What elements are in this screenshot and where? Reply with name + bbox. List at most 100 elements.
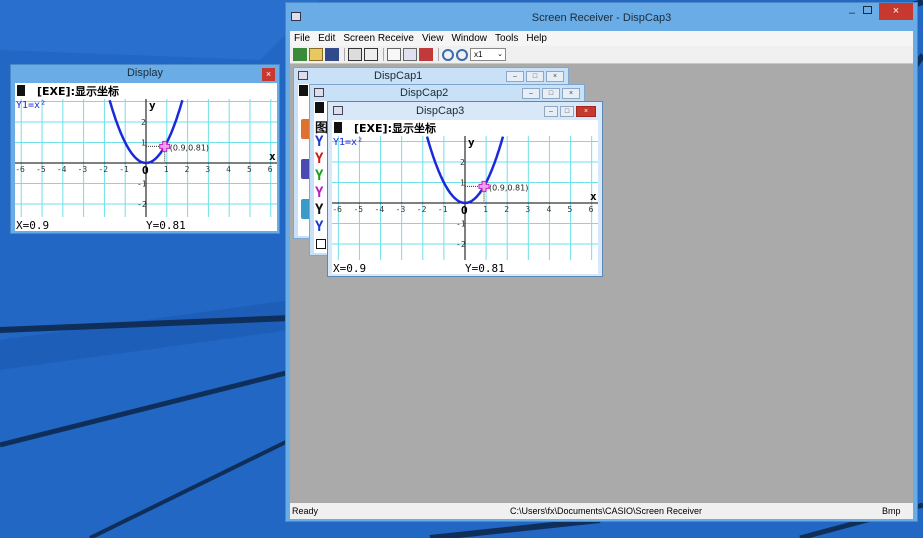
header-text: [EXE]:显示坐标	[354, 121, 436, 135]
minimize-button[interactable]: –	[849, 7, 855, 19]
display-window: Display × -6 -5 -4 -3 -2 -1 1 2 3 4 5 6 2 1 -1 -2 x y O (0.…	[10, 64, 280, 234]
x-tick-label: -6	[15, 165, 25, 174]
menu-window[interactable]: Window	[447, 33, 491, 44]
restore-button[interactable]: □	[560, 106, 574, 117]
y-tick-label: -1	[456, 220, 466, 229]
battery-icon	[334, 122, 342, 133]
checkbox-icon	[316, 239, 326, 249]
x-tick-label: 6	[589, 205, 594, 214]
status-bar: Ready C:\Users\fx\Documents\CASIO\Screen…	[290, 503, 913, 519]
x-axis-label: x	[590, 190, 597, 203]
dispcap2-title: DispCap2	[400, 87, 449, 99]
save-icon[interactable]	[325, 48, 339, 61]
chevron-down-icon: ⌄	[497, 51, 503, 58]
toolbar-divider	[383, 48, 384, 61]
y-tick-label: 2	[141, 118, 146, 127]
x-tick-label: 2	[185, 165, 190, 174]
dispcap3-title: DispCap3	[416, 105, 465, 117]
x-tick-label: 1	[164, 165, 169, 174]
origin-label: O	[461, 204, 468, 217]
status-format: Bmp	[882, 506, 901, 516]
minimize-button[interactable]: –	[506, 71, 524, 82]
x-tick-label: -5	[353, 205, 363, 214]
x-tick-label: -5	[36, 165, 46, 174]
toolbar-divider	[438, 48, 439, 61]
y-tick-label: -1	[137, 180, 147, 189]
menu-screen-receive[interactable]: Screen Receive	[339, 33, 418, 44]
header-text: [EXE]:显示坐标	[37, 84, 119, 98]
y-readout: Y=0.81	[146, 219, 186, 231]
restore-button[interactable]: □	[542, 88, 560, 99]
func-letter: Y	[315, 168, 324, 184]
dispcap1-titlebar[interactable]: DispCap1 – □ ×	[294, 68, 568, 84]
battery-icon	[299, 85, 308, 96]
x-readout: X=0.9	[333, 262, 366, 274]
battery-icon	[315, 102, 324, 113]
menu-tools[interactable]: Tools	[491, 33, 522, 44]
main-titlebar[interactable]: Screen Receiver - DispCap3 – ×	[286, 3, 917, 31]
point-label: (0.9,0.81)	[489, 183, 528, 192]
origin-label: O	[142, 164, 149, 177]
display-title: Display	[126, 67, 164, 79]
main-close-button[interactable]: ×	[879, 3, 913, 20]
x-tick-label: -6	[332, 205, 342, 214]
x-tick-label: 5	[247, 165, 252, 174]
y-tick-label: 1	[460, 179, 465, 188]
display-titlebar[interactable]: Display ×	[11, 65, 279, 83]
display-graph: -6 -5 -4 -3 -2 -1 1 2 3 4 5 6 2 1 -1 -2 x y O (0.9,0.81) [EX…	[15, 83, 277, 232]
dispcap2-titlebar[interactable]: DispCap2 – □ ×	[310, 85, 584, 101]
battery-icon	[17, 85, 25, 96]
function-label: Y1=x²	[333, 137, 363, 148]
window-icon	[333, 106, 343, 115]
copy-icon[interactable]	[387, 48, 401, 61]
menu-bar: File Edit Screen Receive View Window Too…	[290, 31, 913, 46]
x-tick-label: 2	[504, 205, 509, 214]
x-tick-label: 1	[483, 205, 488, 214]
dispcap3-titlebar[interactable]: DispCap3 – □ ×	[328, 102, 602, 120]
x-tick-label: -1	[438, 205, 448, 214]
x-tick-label: -4	[375, 205, 385, 214]
y-axis-label: y	[149, 99, 156, 112]
maximize-button[interactable]	[863, 6, 872, 14]
dispcap3-calc-screen: -6 -5 -4 -3 -2 -1 1 2 3 4 5 6 2 1 -1 -2 x y O (0.9,0.81) [EX…	[332, 120, 598, 275]
x-tick-label: -1	[119, 165, 129, 174]
menu-help[interactable]: Help	[522, 33, 551, 44]
y-axis-label: y	[468, 136, 475, 149]
y-tick-label: -2	[456, 240, 466, 249]
menu-edit[interactable]: Edit	[314, 33, 339, 44]
x-tick-label: -2	[98, 165, 108, 174]
dispcap3-window: DispCap3 – □ × -6 -5 -4 -3 -2 -1 1 2 3 4 5 6 2 1 -1 -2 x…	[327, 101, 603, 277]
print-icon[interactable]	[348, 48, 362, 61]
dispcap3-controls: – □ ×	[542, 106, 596, 117]
minimize-button[interactable]: –	[522, 88, 540, 99]
mdi-client-area: DispCap1 – □ × DispCap2 – □ × 图 Y Y Y Y …	[290, 64, 913, 503]
receive-icon[interactable]	[293, 48, 307, 61]
menu-view[interactable]: View	[418, 33, 448, 44]
print-preview-icon[interactable]	[364, 48, 378, 61]
func-letter: Y	[315, 151, 324, 167]
zoom-out-icon[interactable]	[442, 48, 454, 61]
close-button[interactable]: ×	[562, 88, 580, 99]
close-button[interactable]: ×	[576, 106, 596, 117]
list-icon[interactable]	[403, 48, 417, 61]
toolbar-divider	[344, 48, 345, 61]
menu-file[interactable]: File	[290, 33, 314, 44]
x-tick-label: 3	[525, 205, 530, 214]
restore-button[interactable]: □	[526, 71, 544, 82]
close-button[interactable]: ×	[546, 71, 564, 82]
zoom-select[interactable]: x1 ⌄	[470, 48, 506, 61]
y-tick-label: -2	[137, 200, 147, 209]
open-icon[interactable]	[309, 48, 323, 61]
display-close-button[interactable]: ×	[262, 68, 275, 81]
desktop: Display × -6 -5 -4 -3 -2 -1 1 2 3 4 5 6 2 1 -1 -2 x y O (0.…	[0, 0, 923, 538]
x-tick-label: -4	[57, 165, 67, 174]
delete-icon[interactable]	[419, 48, 433, 61]
x-tick-label: 3	[205, 165, 210, 174]
screen-receiver-window: Screen Receiver - DispCap3 – × File Edit…	[285, 2, 918, 522]
x-tick-label: 6	[268, 165, 273, 174]
display-calc-screen: -6 -5 -4 -3 -2 -1 1 2 3 4 5 6 2 1 -1 -2 x y O (0.9,0.81) [EX…	[15, 83, 277, 232]
status-text: Ready	[292, 506, 319, 516]
zoom-in-icon[interactable]	[456, 48, 468, 61]
x-axis-label: x	[269, 150, 276, 163]
minimize-button[interactable]: –	[544, 106, 558, 117]
